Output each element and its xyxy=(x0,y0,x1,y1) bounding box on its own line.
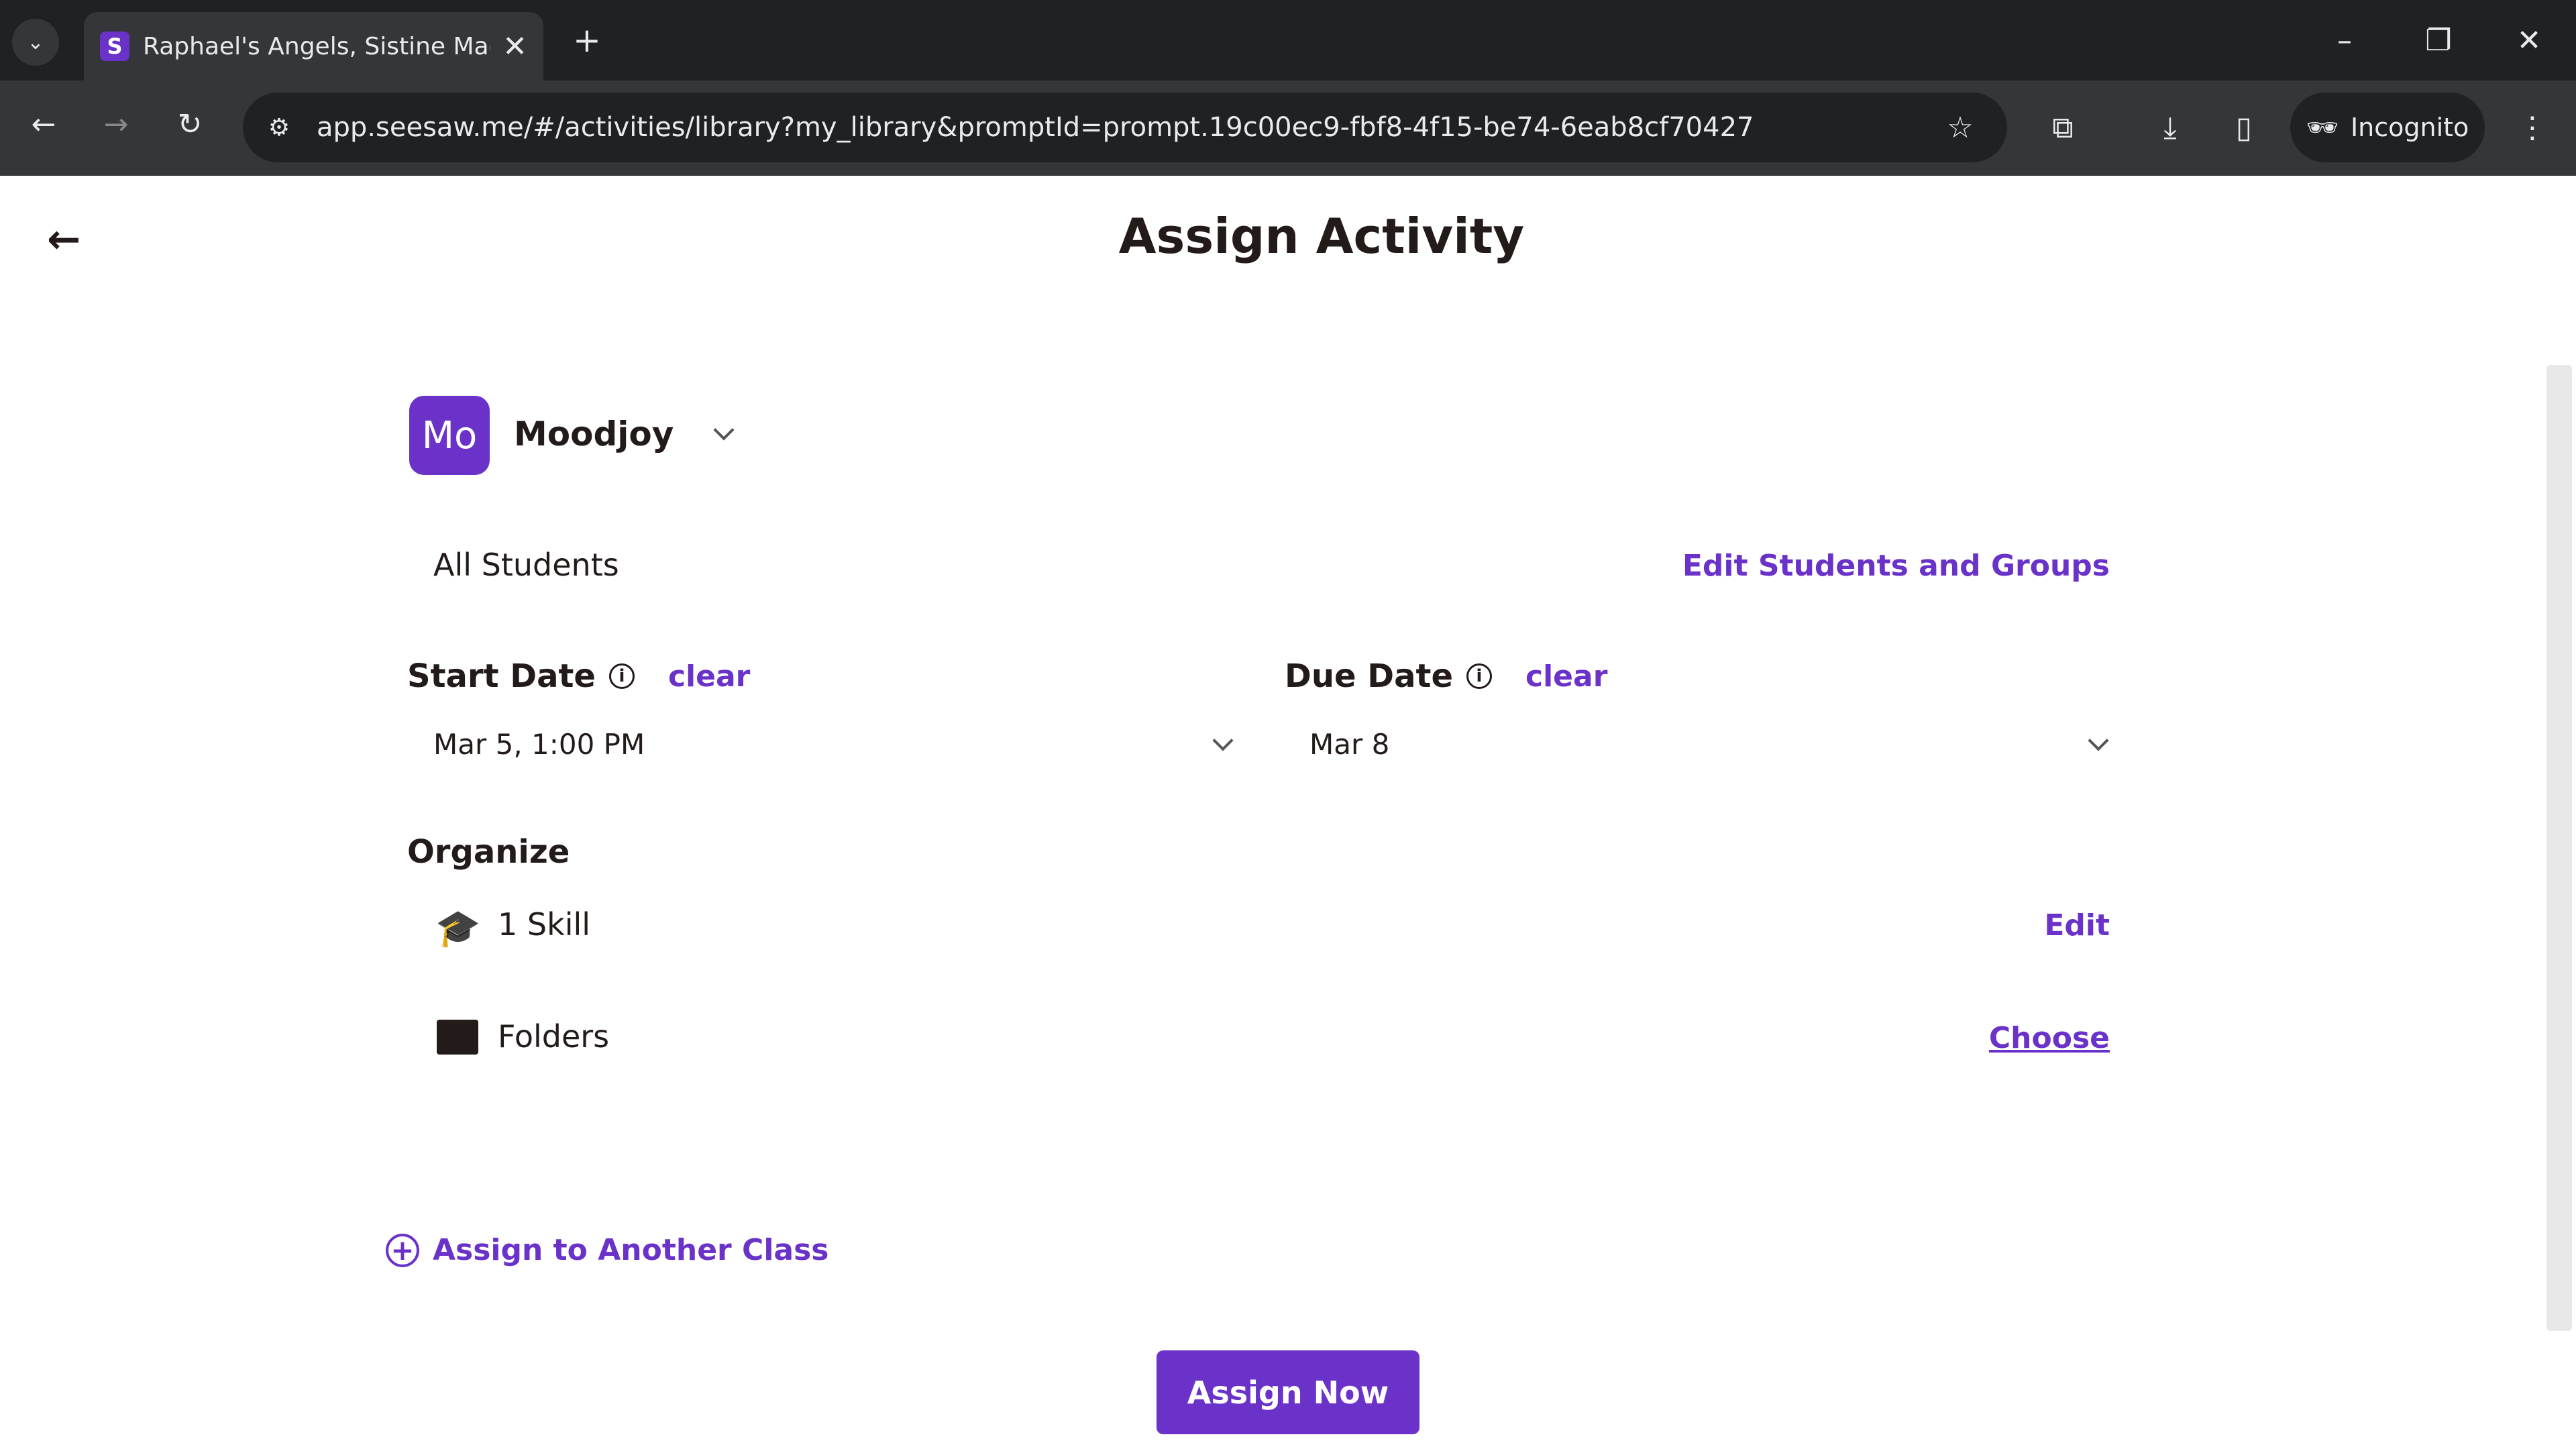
site-info-icon[interactable]: ⚙ xyxy=(259,107,299,148)
browser-menu-icon[interactable]: ⋮ xyxy=(2512,107,2553,148)
bookmark-star-icon[interactable]: ☆ xyxy=(1940,107,1980,148)
skill-edit-link[interactable]: Edit xyxy=(2044,908,2110,943)
organize-label: Organize xyxy=(407,833,570,871)
due-date-value: Mar 8 xyxy=(1309,728,1390,761)
close-window-icon[interactable]: ✕ xyxy=(2506,20,2553,60)
scrollbar[interactable] xyxy=(2546,365,2572,1331)
seesaw-favicon: S xyxy=(100,32,129,61)
students-label: All Students xyxy=(433,547,619,583)
browser-tab-bar: ⌄ S Raphael's Angels, Sistine Madonna ✕ … xyxy=(0,0,2576,80)
download-icon[interactable]: ⤓ xyxy=(2150,107,2190,148)
side-panel-icon[interactable]: ▯ xyxy=(2224,107,2264,148)
restore-icon[interactable]: ❐ xyxy=(2415,20,2462,60)
forward-icon[interactable]: → xyxy=(93,101,140,148)
start-date-clear[interactable]: clear xyxy=(668,659,750,694)
start-date-info-icon[interactable]: i xyxy=(608,663,635,689)
tab-title: Raphael's Angels, Sistine Madonna xyxy=(143,32,490,60)
assign-another-class-button[interactable]: + Assign to Another Class xyxy=(386,1233,829,1267)
extensions-icon[interactable]: ⧉ xyxy=(2043,107,2083,148)
back-icon[interactable]: ← xyxy=(20,101,67,148)
tab-search-button[interactable]: ⌄ xyxy=(12,19,59,66)
folder-icon xyxy=(437,1020,478,1055)
close-tab-icon[interactable]: ✕ xyxy=(502,30,527,64)
new-tab-icon[interactable]: + xyxy=(564,20,610,60)
page-title: Assign Activity xyxy=(1118,208,1525,264)
due-date-label: Due Date xyxy=(1285,657,1454,695)
graduation-cap-icon: 🎓 xyxy=(435,907,481,949)
due-date-info-icon[interactable]: i xyxy=(1466,663,1493,689)
chevron-down-icon xyxy=(2088,730,2109,751)
skill-label: 1 Skill xyxy=(498,906,591,943)
plus-circle-icon: + xyxy=(386,1233,419,1267)
folders-label: Folders xyxy=(498,1018,610,1055)
assign-now-button[interactable]: Assign Now xyxy=(1157,1350,1419,1434)
due-date-header: Due Date i clear xyxy=(1285,657,1607,695)
class-name[interactable]: Moodjoy xyxy=(514,415,674,453)
incognito-indicator[interactable]: 🕶 Incognito xyxy=(2290,93,2485,162)
start-date-select[interactable]: Mar 5, 1:00 PM xyxy=(416,721,1241,775)
url-text: app.seesaw.me/#/activities/library?my_li… xyxy=(317,112,1754,143)
minimize-icon[interactable]: – xyxy=(2321,20,2368,60)
address-bar[interactable]: ⚙ app.seesaw.me/#/activities/library?my_… xyxy=(243,93,2007,162)
folders-choose-link[interactable]: Choose xyxy=(1989,1021,2110,1055)
start-date-value: Mar 5, 1:00 PM xyxy=(433,728,645,761)
chevron-down-icon xyxy=(1212,730,1234,751)
reload-icon[interactable]: ↻ xyxy=(166,101,213,148)
edit-students-groups-link[interactable]: Edit Students and Groups xyxy=(1682,549,2110,583)
start-date-label: Start Date xyxy=(407,657,596,695)
class-avatar: Mo xyxy=(409,396,490,475)
incognito-label: Incognito xyxy=(2350,113,2469,142)
assign-another-class-label: Assign to Another Class xyxy=(433,1233,829,1267)
due-date-select[interactable]: Mar 8 xyxy=(1291,721,2116,775)
start-date-header: Start Date i clear xyxy=(407,657,750,695)
due-date-clear[interactable]: clear xyxy=(1525,659,1607,694)
browser-tab[interactable]: S Raphael's Angels, Sistine Madonna ✕ xyxy=(84,12,543,80)
incognito-icon: 🕶 xyxy=(2306,112,2339,142)
class-chevron-down-icon[interactable] xyxy=(713,419,735,441)
